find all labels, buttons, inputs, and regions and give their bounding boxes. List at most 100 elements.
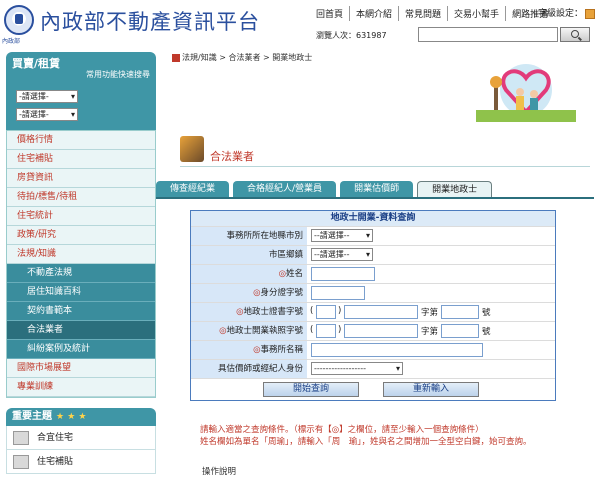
sidebar-menu: 價格行情 住宅補貼 房貸資訊 待拍/標售/待租 住宅統計 政策/研究 法規/知識… bbox=[6, 130, 156, 398]
section-divider bbox=[180, 166, 590, 167]
document-icon bbox=[13, 455, 29, 469]
number-label: 號 bbox=[482, 308, 491, 318]
form-row-id: ◎身分證字號 bbox=[191, 283, 555, 302]
ministry-logo-icon[interactable] bbox=[4, 5, 34, 35]
sidebar-item-housing-subsidy[interactable]: 住宅補貼 bbox=[7, 150, 155, 169]
sidebar-subitem-regulations[interactable]: 不動產法規 bbox=[7, 264, 155, 283]
reset-button[interactable]: 重新輸入 bbox=[383, 382, 479, 397]
search-form: 地政士開業-資料查詢 事務所所在地縣市別 --請選擇-- 市區鄉鎮 --請選擇-… bbox=[190, 210, 556, 401]
form-row-license: ◎地政士開業執照字號 ( ) 字第 號 bbox=[191, 321, 555, 340]
document-icon bbox=[13, 431, 29, 445]
nav-about-link[interactable]: 本網介紹 bbox=[349, 6, 398, 21]
search-button[interactable] bbox=[560, 27, 590, 42]
license-label: 地政士開業執照字號 bbox=[226, 326, 303, 336]
id-label: 身分證字號 bbox=[260, 288, 303, 298]
font-size-toggle-icon[interactable] bbox=[585, 8, 596, 19]
note-2: 姓名欄如為單名「周瑜」，請輸入「周 瑜」，姓與名之間增加一全型空白鍵，始可查詢。 bbox=[200, 437, 532, 447]
topic-housing-subsidy[interactable]: 住宅補貼 bbox=[6, 450, 156, 474]
site-header: 內政部 內政部不動產資訊平台 回首頁 本網介紹 常見問題 交易小幫手 網路推播 … bbox=[0, 0, 600, 48]
visitor-counter: 瀏覽人次：631987 bbox=[316, 30, 387, 41]
visitor-label: 瀏覽人次： bbox=[316, 31, 356, 40]
quick-search-select-1[interactable]: -請選擇- bbox=[16, 90, 78, 103]
site-title[interactable]: 內政部不動產資訊平台 bbox=[40, 6, 260, 36]
section-title: 合法業者 bbox=[210, 150, 254, 163]
paren-open: ( bbox=[310, 325, 314, 335]
important-topics-header: 重要主題 ★ ★ ★ bbox=[6, 408, 156, 426]
license-label-cell: ◎地政士開業執照字號 bbox=[191, 322, 307, 340]
district-label: 市區鄉鎮 bbox=[191, 246, 307, 264]
category-tabs: 傳查經紀業 合格經紀人/營業員 開業估價師 開業地政士 bbox=[156, 181, 493, 197]
submit-button[interactable]: 開始查詢 bbox=[263, 382, 359, 397]
district-select[interactable]: --請選擇-- bbox=[311, 248, 373, 261]
sidebar-subitem-disputes[interactable]: 糾紛案例及統計 bbox=[7, 340, 155, 359]
cert-word-input[interactable] bbox=[344, 305, 418, 319]
word-label: 字第 bbox=[421, 327, 439, 337]
sidebar-subitem-legal-firms[interactable]: 合法業者 bbox=[7, 321, 155, 340]
sidebar-item-mortgage[interactable]: 房貸資訊 bbox=[7, 169, 155, 188]
quick-search-panel: 買賣/租賃 常用功能快速搜尋 -請選擇- -請選擇- bbox=[6, 52, 156, 130]
office-label-cell: ◎事務所名稱 bbox=[191, 341, 307, 359]
search-icon bbox=[571, 30, 579, 38]
role-select[interactable]: ------------------ bbox=[311, 362, 403, 375]
license-number-input[interactable] bbox=[441, 324, 479, 338]
sidebar: 買賣/租賃 常用功能快速搜尋 -請選擇- -請選擇- 價格行情 住宅補貼 房貸資… bbox=[6, 52, 156, 474]
sidebar-subitem-encyclopedia[interactable]: 居住知識百科 bbox=[7, 283, 155, 302]
sidebar-item-policy[interactable]: 政策/研究 bbox=[7, 226, 155, 245]
tab-brokerage[interactable]: 傳查經紀業 bbox=[156, 181, 230, 197]
font-size-label: 字級設定： bbox=[538, 9, 584, 19]
tab-underline bbox=[156, 197, 594, 199]
sidebar-subitem-contracts[interactable]: 契約書範本 bbox=[7, 302, 155, 321]
logo-caption: 內政部 bbox=[2, 38, 21, 45]
tab-appraisers[interactable]: 開業估價師 bbox=[340, 181, 414, 197]
top-nav: 回首頁 本網介紹 常見問題 交易小幫手 網路推播 bbox=[310, 6, 554, 21]
office-name-input[interactable] bbox=[311, 343, 483, 357]
cert-year-input[interactable] bbox=[316, 305, 336, 319]
sidebar-item-price[interactable]: 價格行情 bbox=[7, 131, 155, 150]
sidebar-item-training[interactable]: 專業訓練 bbox=[7, 378, 155, 397]
visitor-count: 631987 bbox=[356, 31, 387, 40]
license-word-input[interactable] bbox=[344, 324, 418, 338]
required-mark: ◎ bbox=[278, 269, 286, 279]
paren-close: ) bbox=[338, 306, 342, 316]
form-row-role: 具估價師或經紀人身份 ------------------ bbox=[191, 359, 555, 378]
id-label-cell: ◎身分證字號 bbox=[191, 284, 307, 302]
cert-number-input[interactable] bbox=[441, 305, 479, 319]
quick-search-select-2[interactable]: -請選擇- bbox=[16, 108, 78, 121]
sidebar-spacer bbox=[6, 398, 156, 408]
word-label: 字第 bbox=[421, 308, 439, 318]
nav-home-link[interactable]: 回首頁 bbox=[310, 6, 349, 21]
breadcrumb-text[interactable]: 法規/知識 > 合法業者 > 開業地政士 bbox=[182, 53, 312, 62]
note-1: 請輸入適當之查詢條件。（標示有【◎】之欄位，請至少輸入一個查詢條件） bbox=[200, 425, 484, 435]
important-topics-title: 重要主題 bbox=[12, 411, 52, 422]
tab-agents[interactable]: 合格經紀人/營業員 bbox=[233, 181, 337, 197]
banner-illustration bbox=[476, 60, 576, 122]
form-row-cert: ◎地政士證書字號 ( ) 字第 號 bbox=[191, 302, 555, 321]
topic-affordable-housing[interactable]: 合宜住宅 bbox=[6, 426, 156, 450]
nav-helper-link[interactable]: 交易小幫手 bbox=[447, 6, 505, 21]
city-label: 事務所所在地縣市別 bbox=[191, 227, 307, 245]
sidebar-item-statistics[interactable]: 住宅統計 bbox=[7, 207, 155, 226]
form-actions: 開始查詢 重新輸入 bbox=[191, 378, 555, 400]
form-row-district: 市區鄉鎮 --請選擇-- bbox=[191, 245, 555, 264]
tab-land-agents[interactable]: 開業地政士 bbox=[417, 181, 493, 197]
license-year-input[interactable] bbox=[316, 324, 336, 338]
number-label: 號 bbox=[482, 327, 491, 337]
cert-label-cell: ◎地政士證書字號 bbox=[191, 303, 307, 321]
font-size-setting: 字級設定： bbox=[538, 6, 596, 19]
city-select[interactable]: --請選擇-- bbox=[311, 229, 373, 242]
sidebar-item-law[interactable]: 法規/知識 bbox=[7, 245, 155, 264]
role-label: 具估價師或經紀人身份 bbox=[191, 360, 307, 378]
sidebar-item-auction[interactable]: 待拍/標售/待租 bbox=[7, 188, 155, 207]
howto-link[interactable]: 操作說明 bbox=[202, 465, 236, 477]
nav-faq-link[interactable]: 常見問題 bbox=[398, 6, 447, 21]
site-search-input[interactable] bbox=[418, 27, 558, 42]
quick-search-subtitle: 常用功能快速搜尋 bbox=[86, 70, 150, 79]
topic-label: 合宜住宅 bbox=[37, 433, 74, 443]
name-input[interactable] bbox=[311, 267, 375, 281]
id-number-input[interactable] bbox=[311, 286, 365, 300]
sidebar-item-international[interactable]: 國際市場展望 bbox=[7, 359, 155, 378]
building-icon bbox=[180, 136, 204, 162]
form-row-name: ◎姓名 bbox=[191, 264, 555, 283]
topic-label: 住宅補貼 bbox=[37, 457, 74, 467]
star-icon: ★ ★ ★ bbox=[56, 412, 87, 422]
